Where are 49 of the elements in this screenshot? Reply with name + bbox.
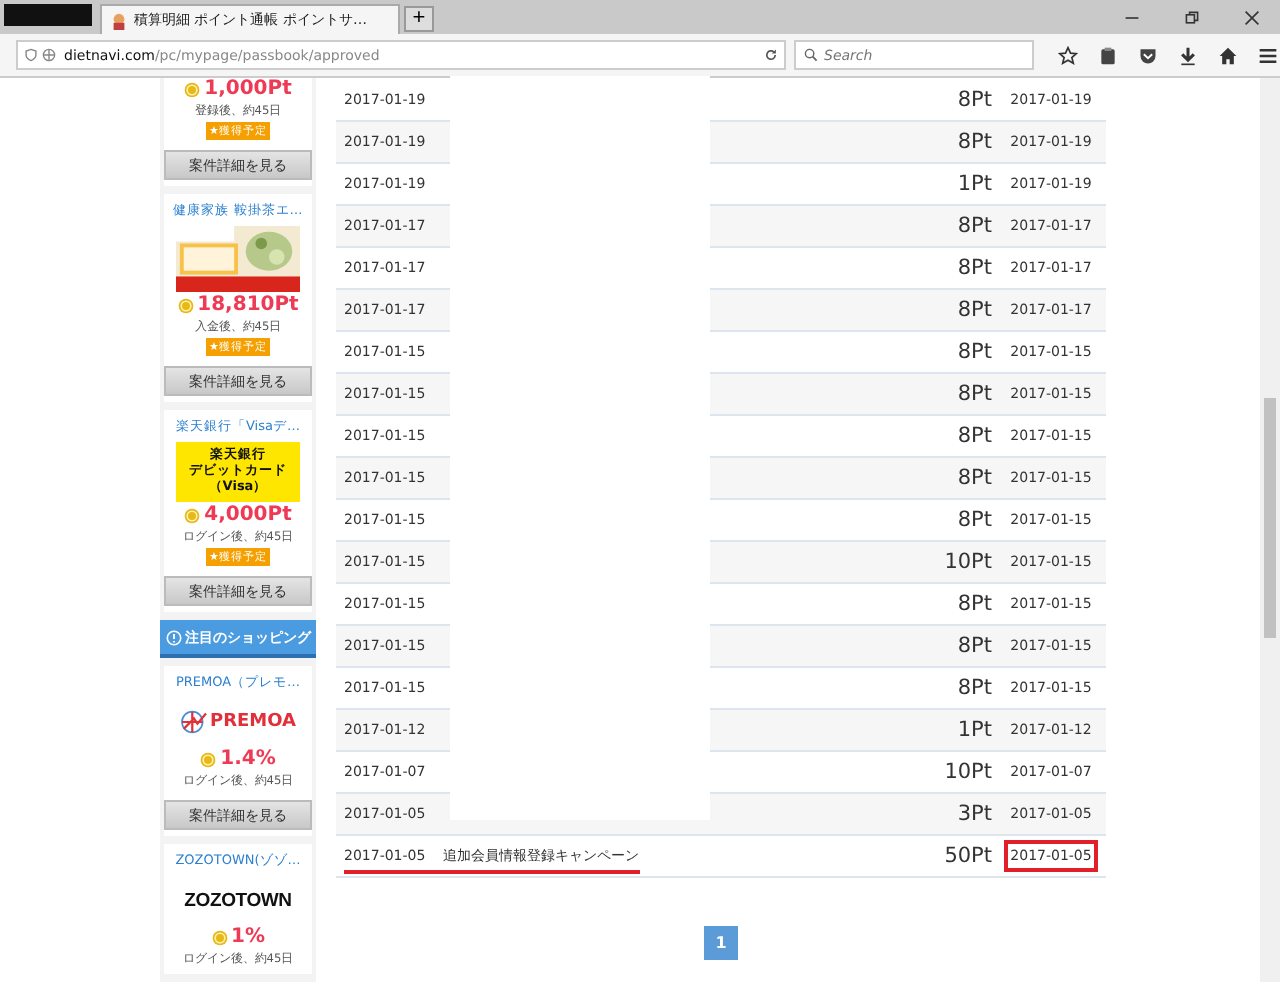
points-value: 1% <box>231 926 265 948</box>
points-cell: 8Pt <box>957 424 992 448</box>
points-cell: 1Pt <box>957 718 992 742</box>
points-cell: 8Pt <box>957 466 992 490</box>
points-cell: 8Pt <box>957 130 992 154</box>
points-cell: 8Pt <box>957 634 992 658</box>
points-cell: 8Pt <box>957 298 992 322</box>
search-icon <box>804 48 818 62</box>
points-cell: 50Pt <box>944 844 992 868</box>
points-cell: 10Pt <box>944 550 992 574</box>
home-icon[interactable] <box>1218 45 1238 65</box>
menu-icon[interactable] <box>1258 45 1278 65</box>
points-cell: 8Pt <box>957 214 992 238</box>
globe-icon <box>42 48 56 62</box>
points-cell: 8Pt <box>957 676 992 700</box>
shield-icon <box>24 48 38 62</box>
exclamation-icon <box>165 629 181 645</box>
points-value: 4,000Pt <box>204 504 292 526</box>
star-icon[interactable] <box>1058 45 1078 65</box>
brand-logo: PREMOA <box>209 712 296 732</box>
points-cell: 8Pt <box>957 592 992 616</box>
points-value: 18,810Pt <box>197 294 299 316</box>
coin-icon <box>184 81 201 97</box>
brand-logo: ZOZOTOWN <box>184 889 292 911</box>
points-cell: 8Pt <box>957 88 992 112</box>
points-cell: 8Pt <box>957 340 992 364</box>
new-tab-button[interactable]: + <box>404 6 434 32</box>
coin-icon <box>200 751 217 767</box>
redacted-block <box>4 3 92 25</box>
points-cell: 3Pt <box>957 802 992 826</box>
globe-logo-icon <box>179 710 208 734</box>
points-cell: 10Pt <box>944 760 992 784</box>
scrollbar-thumb[interactable] <box>1264 398 1276 638</box>
download-icon[interactable] <box>1178 45 1198 65</box>
clipboard-icon[interactable] <box>1098 45 1118 65</box>
reload-icon[interactable] <box>764 48 778 62</box>
points-cell: 8Pt <box>957 382 992 406</box>
restore-icon[interactable] <box>1184 10 1200 26</box>
points-cell: 8Pt <box>957 256 992 280</box>
coin-icon <box>184 507 201 523</box>
points-cell: 8Pt <box>957 508 992 532</box>
points-value: 1,000Pt <box>204 78 292 100</box>
pocket-icon[interactable] <box>1138 45 1158 65</box>
points-cell: 1Pt <box>957 172 992 196</box>
coin-icon <box>211 929 227 945</box>
figure-icon <box>110 11 128 29</box>
points-value: 1.4% <box>220 748 276 770</box>
coin-icon <box>177 297 194 313</box>
close-icon[interactable] <box>1244 10 1260 26</box>
